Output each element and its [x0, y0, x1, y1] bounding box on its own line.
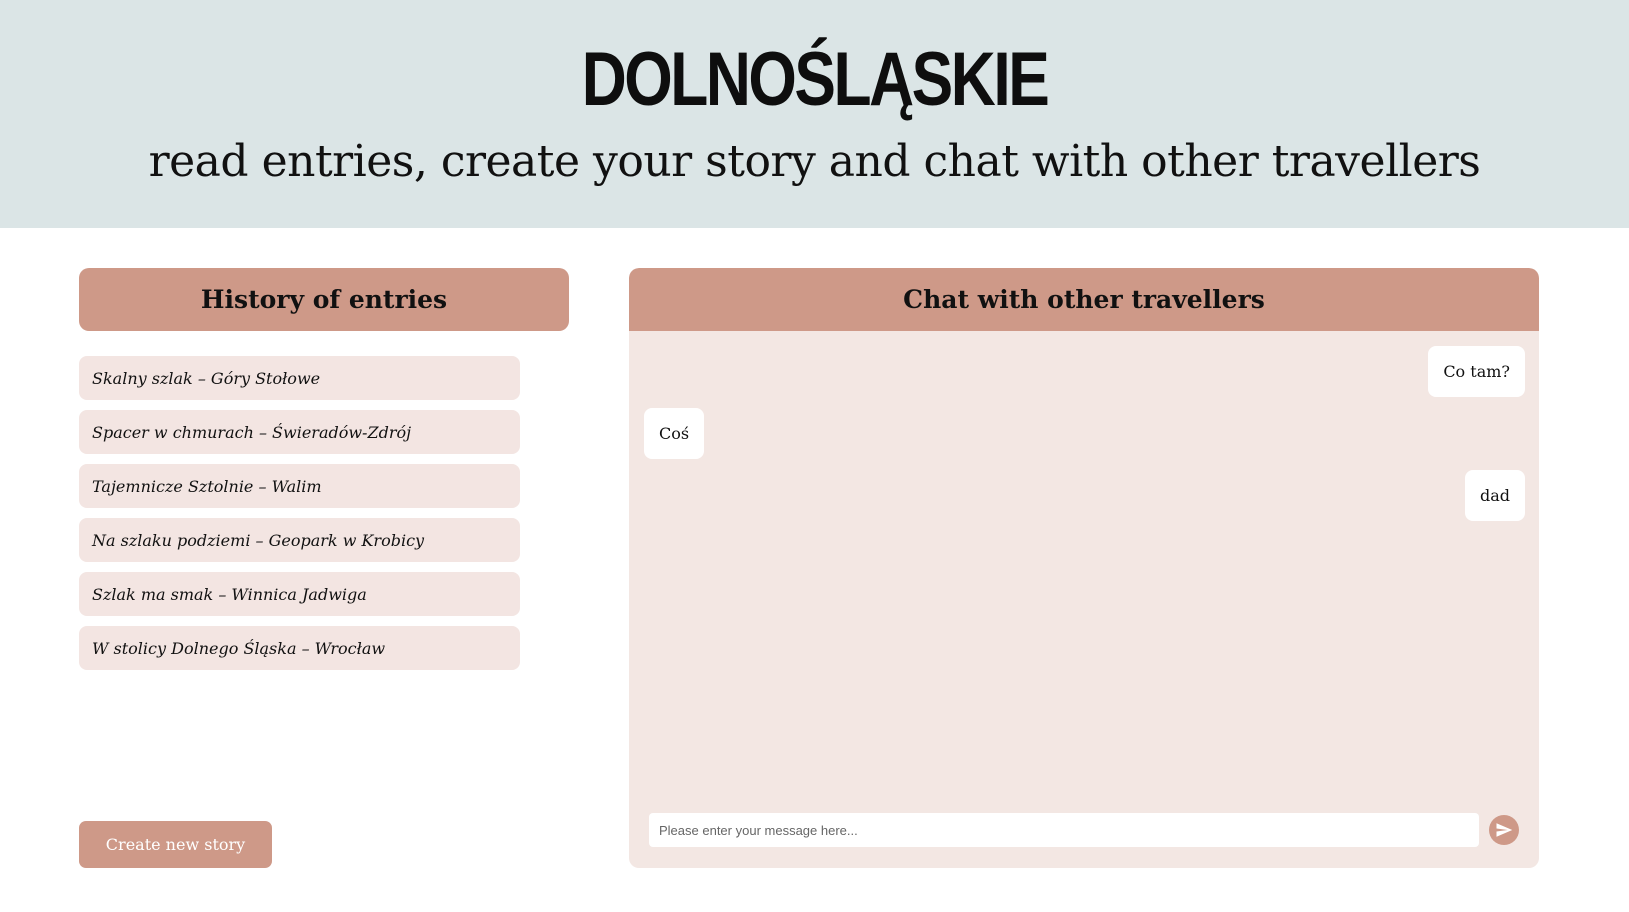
chat-panel: Chat with other travellers Co tam? Coś d… — [629, 268, 1539, 868]
entry-item[interactable]: Spacer w chmurach – Świeradów-Zdrój — [79, 410, 520, 454]
page-header: DOLNOŚLĄSKIE read entries, create your s… — [0, 0, 1629, 228]
site-title: DOLNOŚLĄSKIE — [581, 37, 1050, 122]
entry-item[interactable]: Szlak ma smak – Winnica Jadwiga — [79, 572, 520, 616]
send-icon — [1496, 823, 1513, 837]
history-title: History of entries — [200, 285, 448, 314]
chat-message-outgoing: Co tam? — [1428, 346, 1525, 397]
message-input[interactable] — [649, 813, 1479, 847]
entry-item[interactable]: Tajemnicze Sztolnie – Walim — [79, 464, 520, 508]
chat-input-row — [649, 813, 1519, 847]
send-button[interactable] — [1489, 815, 1519, 845]
site-subtitle: read entries, create your story and chat… — [148, 136, 1481, 187]
create-story-button[interactable]: Create new story — [79, 821, 272, 868]
chat-header: Chat with other travellers — [629, 268, 1539, 331]
entry-item[interactable]: Na szlaku podziemi – Geopark w Krobicy — [79, 518, 520, 562]
entry-item[interactable]: W stolicy Dolnego Śląska – Wrocław — [79, 626, 520, 670]
history-header: History of entries — [79, 268, 569, 331]
entry-item[interactable]: Skalny szlak – Góry Stołowe — [79, 356, 520, 400]
chat-title: Chat with other travellers — [903, 285, 1265, 314]
entries-list: Skalny szlak – Góry Stołowe Spacer w chm… — [79, 356, 520, 680]
chat-messages[interactable]: Co tam? Coś dad — [629, 331, 1539, 801]
chat-message-incoming: Coś — [644, 408, 705, 459]
chat-message-outgoing: dad — [1464, 470, 1525, 521]
history-panel: History of entries Skalny szlak – Góry S… — [79, 268, 569, 868]
